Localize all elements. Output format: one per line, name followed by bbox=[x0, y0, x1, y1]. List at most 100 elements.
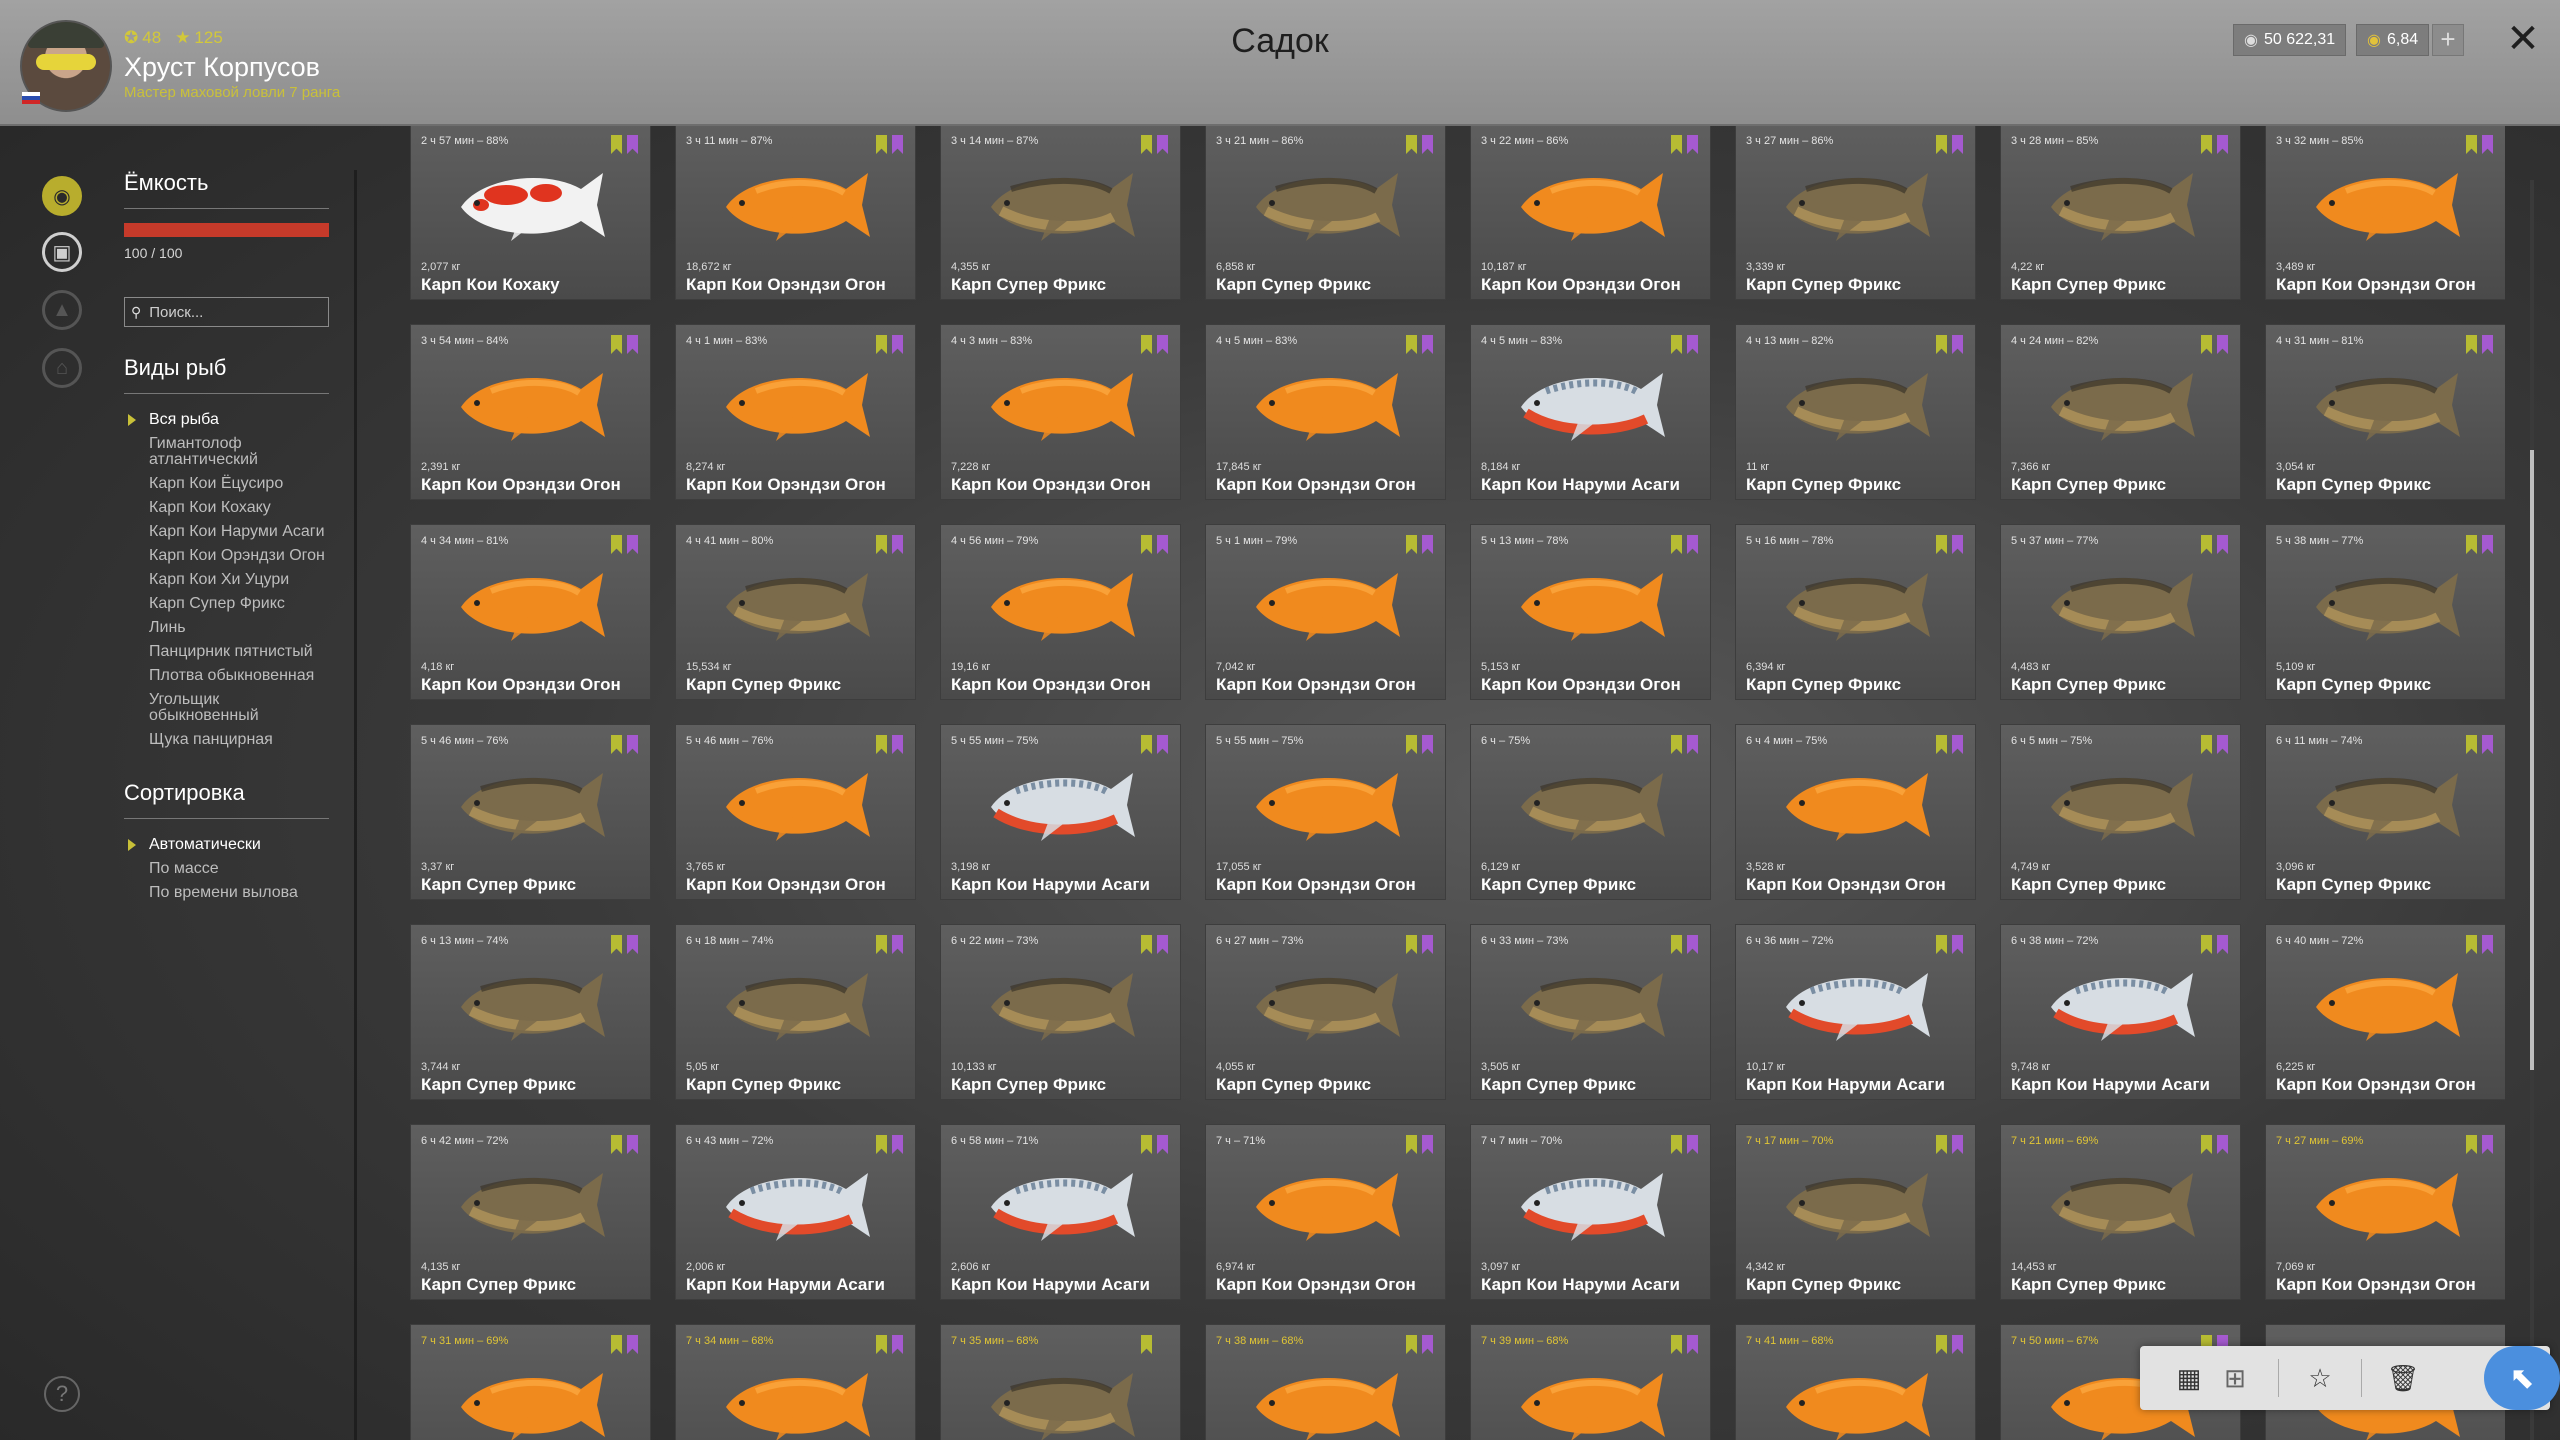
bookmark-purple-icon[interactable] bbox=[2217, 1135, 2228, 1154]
fish-card[interactable]: 5 ч 55 мин – 75% 3,198 кг Карп Кои Наруми … bbox=[940, 724, 1181, 900]
fish-card[interactable]: 3 ч 11 мин – 87% 18,672 кг Карп Кои Орэндз… bbox=[675, 124, 916, 300]
bookmark-purple-icon[interactable] bbox=[1687, 335, 1698, 354]
bookmark-purple-icon[interactable] bbox=[1687, 935, 1698, 954]
species-option[interactable]: Карп Кои Кохаку bbox=[124, 496, 329, 520]
bookmark-green-icon[interactable] bbox=[876, 935, 887, 954]
bookmark-green-icon[interactable] bbox=[1671, 1335, 1682, 1354]
bookmark-purple-icon[interactable] bbox=[2482, 1135, 2493, 1154]
fish-card[interactable]: 4 ч 41 мин – 80% 15,534 кг Карп Супер Фрик… bbox=[675, 524, 916, 700]
bookmark-purple-icon[interactable] bbox=[1952, 735, 1963, 754]
bookmark-purple-icon[interactable] bbox=[2482, 535, 2493, 554]
bookmark-green-icon[interactable] bbox=[1406, 535, 1417, 554]
species-option[interactable]: Вся рыба bbox=[124, 408, 329, 432]
bookmark-green-icon[interactable] bbox=[1936, 535, 1947, 554]
fish-card[interactable]: 4 ч 1 мин – 83% 8,274 кг Карп Кои Орэндзи … bbox=[675, 324, 916, 500]
fish-card[interactable]: 6 ч 11 мин – 74% 3,096 кг Карп Супер Фрикс bbox=[2265, 724, 2505, 900]
bookmark-green-icon[interactable] bbox=[1936, 1335, 1947, 1354]
bookmark-green-icon[interactable] bbox=[611, 335, 622, 354]
fish-card[interactable]: 4 ч 3 мин – 83% 7,228 кг Карп Кои Орэндзи … bbox=[940, 324, 1181, 500]
bookmark-purple-icon[interactable] bbox=[1952, 135, 1963, 154]
fish-card[interactable]: 4 ч 5 мин – 83% 8,184 кг Карп Кои Наруми А… bbox=[1470, 324, 1711, 500]
campfire-icon[interactable]: ▲ bbox=[42, 290, 82, 330]
fish-card[interactable]: 6 ч 36 мин – 72% 10,17 кг Карп Кои Наруми … bbox=[1735, 924, 1976, 1100]
bookmark-green-icon[interactable] bbox=[876, 335, 887, 354]
bookmark-purple-icon[interactable] bbox=[2217, 935, 2228, 954]
bookmark-green-icon[interactable] bbox=[2466, 1135, 2477, 1154]
fish-card[interactable]: 5 ч 46 мин – 76% 3,765 кг Карп Кои Орэндзи… bbox=[675, 724, 916, 900]
fish-card[interactable]: 5 ч 38 мин – 77% 5,109 кг Карп Супер Фрикс bbox=[2265, 524, 2505, 700]
bookmark-green-icon[interactable] bbox=[1406, 1135, 1417, 1154]
add-currency-button[interactable]: + bbox=[2432, 24, 2464, 56]
bookmark-green-icon[interactable] bbox=[1406, 135, 1417, 154]
bookmark-purple-icon[interactable] bbox=[1157, 735, 1168, 754]
bookmark-purple-icon[interactable] bbox=[1687, 535, 1698, 554]
species-option[interactable]: Панцирник пятнистый bbox=[124, 640, 329, 664]
fish-card[interactable]: 3 ч 14 мин – 87% 4,355 кг Карп Супер Фрикс bbox=[940, 124, 1181, 300]
house-icon[interactable]: ⌂ bbox=[42, 348, 82, 388]
species-option[interactable]: Карп Кои Наруми Асаги bbox=[124, 520, 329, 544]
help-icon[interactable]: ? bbox=[44, 1376, 80, 1412]
search-input[interactable] bbox=[147, 302, 322, 322]
grid-large-icon[interactable]: ▦ bbox=[2166, 1346, 2212, 1410]
fish-card[interactable]: 6 ч 33 мин – 73% 3,505 кг Карп Супер Фрикс bbox=[1470, 924, 1711, 1100]
bookmark-purple-icon[interactable] bbox=[1422, 335, 1433, 354]
bookmark-green-icon[interactable] bbox=[1141, 335, 1152, 354]
bookmark-green-icon[interactable] bbox=[2201, 135, 2212, 154]
bookmark-purple-icon[interactable] bbox=[627, 535, 638, 554]
bookmark-green-icon[interactable] bbox=[2201, 935, 2212, 954]
fish-card[interactable]: 6 ч 5 мин – 75% 4,749 кг Карп Супер Фрикс bbox=[2000, 724, 2241, 900]
fish-card[interactable]: 4 ч 24 мин – 82% 7,366 кг Карп Супер Фрикс bbox=[2000, 324, 2241, 500]
species-option[interactable]: Карп Кои Орэндзи Огон bbox=[124, 544, 329, 568]
bookmark-green-icon[interactable] bbox=[1406, 735, 1417, 754]
fish-card[interactable]: 4 ч 56 мин – 79% 19,16 кг Карп Кои Орэндзи… bbox=[940, 524, 1181, 700]
fish-card[interactable]: 6 ч 13 мин – 74% 3,744 кг Карп Супер Фрикс bbox=[410, 924, 651, 1100]
bookmark-green-icon[interactable] bbox=[2466, 735, 2477, 754]
fish-card[interactable]: 7 ч 39 мин – 68% bbox=[1470, 1324, 1711, 1440]
bookmark-green-icon[interactable] bbox=[1141, 535, 1152, 554]
bookmark-green-icon[interactable] bbox=[876, 735, 887, 754]
fish-card[interactable]: 5 ч 16 мин – 78% 6,394 кг Карп Супер Фрикс bbox=[1735, 524, 1976, 700]
bookmark-green-icon[interactable] bbox=[1141, 1135, 1152, 1154]
bookmark-green-icon[interactable] bbox=[1936, 1135, 1947, 1154]
bookmark-purple-icon[interactable] bbox=[627, 1135, 638, 1154]
bookmark-purple-icon[interactable] bbox=[1157, 935, 1168, 954]
close-icon[interactable]: ✕ bbox=[2502, 18, 2544, 60]
species-option[interactable]: Карп Супер Фрикс bbox=[124, 592, 329, 616]
bookmark-purple-icon[interactable] bbox=[1157, 535, 1168, 554]
bookmark-purple-icon[interactable] bbox=[1422, 1135, 1433, 1154]
bookmark-purple-icon[interactable] bbox=[1952, 1335, 1963, 1354]
bookmark-purple-icon[interactable] bbox=[892, 1335, 903, 1354]
fish-card[interactable]: 7 ч 35 мин – 68% bbox=[940, 1324, 1181, 1440]
bookmark-purple-icon[interactable] bbox=[1687, 1335, 1698, 1354]
bookmark-purple-icon[interactable] bbox=[1952, 935, 1963, 954]
bookmark-green-icon[interactable] bbox=[611, 735, 622, 754]
fish-card[interactable]: 5 ч 13 мин – 78% 5,153 кг Карп Кои Орэндзи… bbox=[1470, 524, 1711, 700]
bookmark-green-icon[interactable] bbox=[2201, 1135, 2212, 1154]
bookmark-green-icon[interactable] bbox=[876, 135, 887, 154]
fish-card[interactable]: 6 ч 22 мин – 73% 10,133 кг Карп Супер Фрик… bbox=[940, 924, 1181, 1100]
fish-card[interactable]: 7 ч 41 мин – 68% bbox=[1735, 1324, 1976, 1440]
fish-card[interactable]: 7 ч 34 мин – 68% bbox=[675, 1324, 916, 1440]
sort-option[interactable]: Автоматически bbox=[124, 833, 329, 857]
fish-card[interactable]: 3 ч 28 мин – 85% 4,22 кг Карп Супер Фрикс bbox=[2000, 124, 2241, 300]
bookmark-green-icon[interactable] bbox=[611, 135, 622, 154]
fish-card[interactable]: 7 ч 27 мин – 69% 7,069 кг Карп Кои Орэндзи… bbox=[2265, 1124, 2505, 1300]
bookmark-green-icon[interactable] bbox=[2466, 535, 2477, 554]
scrollbar-thumb[interactable] bbox=[2530, 450, 2534, 1070]
sort-option[interactable]: По массе bbox=[124, 857, 329, 881]
bookmark-green-icon[interactable] bbox=[611, 1335, 622, 1354]
fish-card[interactable]: 6 ч 4 мин – 75% 3,528 кг Карп Кои Орэндзи … bbox=[1735, 724, 1976, 900]
fish-card[interactable]: 5 ч 37 мин – 77% 4,483 кг Карп Супер Фрикс bbox=[2000, 524, 2241, 700]
bookmark-purple-icon[interactable] bbox=[1952, 335, 1963, 354]
fish-card[interactable]: 5 ч 46 мин – 76% 3,37 кг Карп Супер Фрикс bbox=[410, 724, 651, 900]
keepnet-bag-icon[interactable]: ▣ bbox=[42, 232, 82, 272]
fish-card[interactable]: 7 ч 21 мин – 69% 14,453 кг Карп Супер Фрик… bbox=[2000, 1124, 2241, 1300]
fish-card[interactable]: 6 ч 27 мин – 73% 4,055 кг Карп Супер Фрикс bbox=[1205, 924, 1446, 1100]
bookmark-green-icon[interactable] bbox=[876, 535, 887, 554]
bookmark-green-icon[interactable] bbox=[1406, 935, 1417, 954]
fish-card[interactable]: 4 ч 5 мин – 83% 17,845 кг Карп Кои Орэндзи… bbox=[1205, 324, 1446, 500]
fish-card[interactable]: 3 ч 21 мин – 86% 6,858 кг Карп Супер Фрикс bbox=[1205, 124, 1446, 300]
bookmark-green-icon[interactable] bbox=[1406, 1335, 1417, 1354]
sort-option[interactable]: По времени вылова bbox=[124, 881, 329, 905]
bookmark-green-icon[interactable] bbox=[1141, 935, 1152, 954]
